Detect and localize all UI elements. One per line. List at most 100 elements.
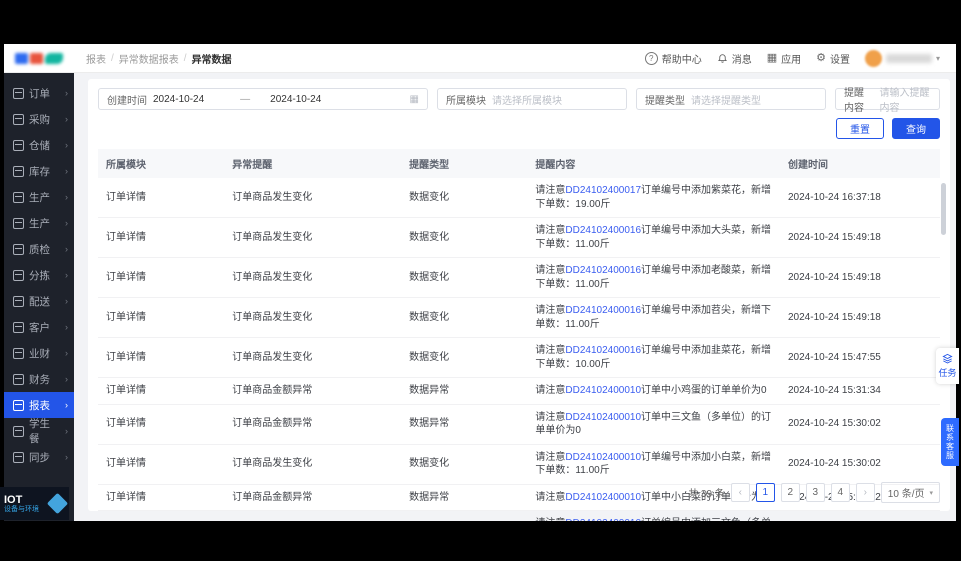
cell-module: 订单详情 bbox=[98, 258, 224, 298]
sidebar-item-质检[interactable]: 质检› bbox=[4, 236, 74, 262]
table-row: 订单详情订单商品金额异常数据异常请注意DD24102400010订单中小鸡蛋的订… bbox=[98, 378, 940, 405]
order-id-link[interactable]: DD24102400010 bbox=[565, 518, 641, 521]
cell-content: 请注意DD24102400017订单编号中添加紫菜花，新增下单数：19.00斤 bbox=[527, 178, 780, 218]
table-wrapper: 所属模块异常提醒提醒类型提醒内容创建时间 订单详情订单商品发生变化数据变化请注意… bbox=[98, 149, 940, 521]
page-number-list: 1234 bbox=[756, 483, 850, 502]
user-name-redacted bbox=[886, 54, 932, 63]
task-float-label: 任务 bbox=[938, 366, 956, 379]
sidebar-item-报表[interactable]: 报表› bbox=[4, 392, 74, 418]
chevron-right-icon: › bbox=[65, 400, 68, 410]
order-id-link[interactable]: DD24102400010 bbox=[565, 412, 641, 423]
cell-module: 订单详情 bbox=[98, 218, 224, 258]
page-number-button[interactable]: 2 bbox=[781, 483, 800, 502]
contact-service-label: 联系客服 bbox=[945, 424, 956, 460]
page-size-select[interactable]: 10 条/页 ▾ bbox=[881, 482, 940, 503]
iot-subtitle: 设备与环境 bbox=[4, 506, 39, 514]
chevron-right-icon: › bbox=[65, 114, 68, 124]
cell-alert: 订单商品发生变化 bbox=[224, 178, 401, 218]
sidebar-item-订单[interactable]: 订单› bbox=[4, 80, 74, 106]
cell-time: 2024-10-24 16:37:18 bbox=[780, 178, 940, 218]
sidebar-item-客户[interactable]: 客户 › bbox=[4, 314, 74, 340]
sidebar-item-业财[interactable]: 业财› bbox=[4, 340, 74, 366]
help-center-button[interactable]: ? 帮助中心 bbox=[645, 51, 702, 66]
chevron-right-icon: › bbox=[65, 140, 68, 150]
anomaly-table: 所属模块异常提醒提醒类型提醒内容创建时间 订单详情订单商品发生变化数据变化请注意… bbox=[98, 149, 940, 521]
sidebar-item-仓储[interactable]: 仓储› bbox=[4, 132, 74, 158]
alert-content-placeholder: 请输入提醒内容 bbox=[879, 84, 931, 114]
sidebar: 订单›采购›仓储›库存›生产›生产›质检›分拣›配送›客户›业财›财务›报表›学… bbox=[4, 72, 74, 521]
alert-type-select[interactable]: 提醒类型 请选择提醒类型 bbox=[636, 88, 826, 110]
table-scrollbar[interactable] bbox=[941, 183, 946, 235]
pagination: 共 39 条 ‹ 1234 › 10 条/页 ▾ bbox=[688, 482, 940, 503]
sidebar-item-财务[interactable]: 财务› bbox=[4, 366, 74, 392]
breadcrumb-separator: / bbox=[111, 53, 114, 64]
purchase-icon bbox=[13, 114, 24, 125]
order-id-link[interactable]: DD24102400016 bbox=[565, 225, 641, 236]
apps-label: 应用 bbox=[781, 51, 801, 66]
prev-page-button[interactable]: ‹ bbox=[731, 483, 750, 502]
apps-button[interactable]: ▦ 应用 bbox=[767, 51, 801, 66]
sidebar-item-学生餐[interactable]: 学生餐› bbox=[4, 418, 74, 444]
order-id-link[interactable]: DD24102400016 bbox=[565, 345, 641, 356]
main-area: 创建时间 2024-10-24 — 2024-10-24 ▦ 所属模块 请选择所… bbox=[74, 72, 956, 521]
cell-time: 2024-10-24 15:49:18 bbox=[780, 218, 940, 258]
sidebar-item-生产[interactable]: 生产› bbox=[4, 210, 74, 236]
chevron-right-icon: › bbox=[65, 192, 68, 202]
page-number-button[interactable]: 1 bbox=[756, 483, 775, 502]
sidebar-item-同步[interactable]: 同步› bbox=[4, 444, 74, 470]
cell-time: 2024-10-24 15:49:18 bbox=[780, 258, 940, 298]
sidebar-item-分拣[interactable]: 分拣› bbox=[4, 262, 74, 288]
sidebar-item-label: 客户 bbox=[29, 320, 50, 335]
sidebar-item-生产[interactable]: 生产› bbox=[4, 184, 74, 210]
table-row: 订单详情订单商品发生变化数据变化请注意DD24102400016订单编号中添加韭… bbox=[98, 338, 940, 378]
order-id-link[interactable]: DD24102400016 bbox=[565, 265, 641, 276]
inventory-icon bbox=[13, 166, 24, 177]
module-select[interactable]: 所属模块 请选择所属模块 bbox=[437, 88, 627, 110]
page-number-button[interactable]: 3 bbox=[806, 483, 825, 502]
breadcrumb-current: 异常数据 bbox=[192, 51, 232, 66]
date-range-label: 创建时间 bbox=[107, 92, 147, 107]
order-id-link[interactable]: DD24102400010 bbox=[565, 492, 641, 503]
cell-type: 数据变化 bbox=[401, 178, 527, 218]
logo-block-red bbox=[30, 53, 43, 64]
company-logo[interactable] bbox=[4, 53, 74, 64]
customer-icon bbox=[13, 322, 24, 333]
sidebar-item-库存[interactable]: 库存› bbox=[4, 158, 74, 184]
search-button[interactable]: 查询 bbox=[892, 118, 940, 139]
order-id-link[interactable]: DD24102400010 bbox=[565, 452, 641, 463]
iot-widget[interactable]: IOT 设备与环境 bbox=[0, 487, 69, 520]
page-number-button[interactable]: 4 bbox=[831, 483, 850, 502]
cell-time: 2024-10-24 15:30:02 bbox=[780, 404, 940, 444]
breadcrumb-item[interactable]: 报表 bbox=[86, 51, 106, 66]
order-id-link[interactable]: DD24102400010 bbox=[565, 385, 641, 396]
filter-bar: 创建时间 2024-10-24 — 2024-10-24 ▦ 所属模块 请选择所… bbox=[98, 88, 940, 110]
sidebar-item-采购[interactable]: 采购› bbox=[4, 106, 74, 132]
contact-service-button[interactable]: 联系客服 bbox=[941, 418, 959, 466]
table-row: 订单详情订单商品金额异常数据异常请注意DD24102400010订单中三文鱼（多… bbox=[98, 404, 940, 444]
cell-alert: 订单商品发生变化 bbox=[224, 338, 401, 378]
settings-button[interactable]: ⚙ 设置 bbox=[816, 51, 850, 66]
order-id-link[interactable]: DD24102400016 bbox=[565, 305, 641, 316]
breadcrumb: 报表/异常数据报表/异常数据 bbox=[86, 51, 232, 66]
date-range-picker[interactable]: 创建时间 2024-10-24 — 2024-10-24 ▦ bbox=[98, 88, 428, 110]
next-page-button[interactable]: › bbox=[856, 483, 875, 502]
order-id-link[interactable]: DD24102400017 bbox=[565, 185, 641, 196]
chevron-right-icon: › bbox=[864, 487, 867, 498]
table-row: 订单详情订单商品发生变化数据变化请注意DD24102400010订单编号中添加小… bbox=[98, 444, 940, 484]
chevron-right-icon: › bbox=[65, 452, 68, 462]
breadcrumb-item[interactable]: 异常数据报表 bbox=[119, 51, 179, 66]
alert-content-input[interactable]: 提醒内容 请输入提醒内容 bbox=[835, 88, 940, 110]
logo-block-blue bbox=[15, 53, 28, 64]
sidebar-menu: 订单›采购›仓储›库存›生产›生产›质检›分拣›配送›客户›业财›财务›报表›学… bbox=[4, 80, 74, 470]
task-float-button[interactable]: 任务 bbox=[936, 348, 959, 384]
reset-button[interactable]: 重置 bbox=[836, 118, 884, 139]
user-menu[interactable]: ▾ bbox=[865, 50, 940, 67]
messages-button[interactable]: 消息 bbox=[717, 51, 752, 66]
alert-content-label: 提醒内容 bbox=[844, 84, 873, 114]
gear-icon: ⚙ bbox=[816, 53, 826, 64]
sidebar-item-配送[interactable]: 配送› bbox=[4, 288, 74, 314]
chevron-right-icon: › bbox=[65, 322, 68, 332]
column-header: 提醒内容 bbox=[527, 149, 780, 178]
iot-title: IOT bbox=[4, 494, 39, 506]
logo-image-redacted bbox=[15, 53, 63, 64]
